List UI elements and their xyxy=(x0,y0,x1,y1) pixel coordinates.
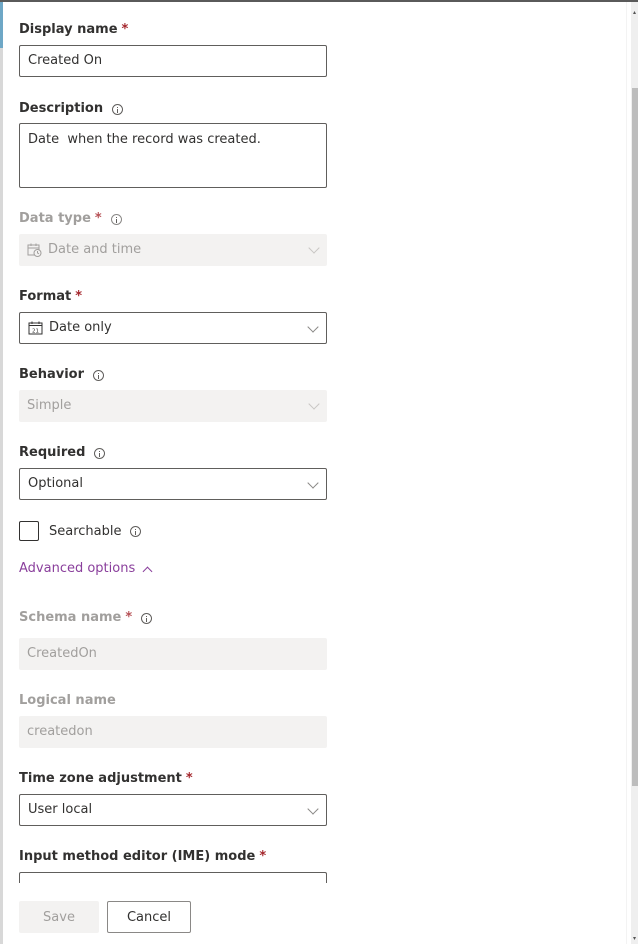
info-icon[interactable] xyxy=(93,369,105,381)
time-zone-adjustment-value: User local xyxy=(28,802,93,817)
info-icon[interactable] xyxy=(110,213,122,225)
svg-text:21: 21 xyxy=(32,329,39,335)
behavior-label: Behavior xyxy=(19,366,327,384)
chevron-down-icon xyxy=(307,321,319,333)
required-asterisk: * xyxy=(259,849,267,864)
info-icon[interactable] xyxy=(94,447,106,459)
required-label: Required xyxy=(19,444,327,462)
label-text: Schema name xyxy=(19,610,122,625)
schema-name-input[interactable]: CreatedOn xyxy=(19,638,327,670)
display-name-input[interactable]: Created On xyxy=(19,45,327,77)
time-zone-adjustment-field: Time zone adjustment * xyxy=(19,770,327,788)
background-accent xyxy=(0,2,3,48)
description-textarea[interactable]: Date when the record was created. xyxy=(19,123,327,188)
chevron-down-icon xyxy=(308,242,320,254)
format-label: Format * xyxy=(19,288,327,306)
chevron-up-icon xyxy=(142,566,153,576)
schema-name-field: Schema name * xyxy=(19,609,327,627)
scroll-up-arrow-icon[interactable]: ▴ xyxy=(631,10,638,16)
format-dropdown[interactable]: 21 Date only xyxy=(19,312,327,344)
label-text: Required xyxy=(19,445,86,460)
chevron-down-icon xyxy=(308,398,320,410)
logical-name-input[interactable]: createdon xyxy=(19,716,327,748)
ime-mode-clip: Auto xyxy=(19,872,327,883)
calendar-day-icon: 21 xyxy=(28,321,43,335)
time-zone-adjustment-dropdown[interactable]: User local xyxy=(19,794,327,826)
label-text: Behavior xyxy=(19,367,85,382)
cancel-button[interactable]: Cancel xyxy=(107,901,191,933)
save-button[interactable]: Save xyxy=(19,901,99,933)
format-value: Date only xyxy=(49,320,112,335)
required-asterisk: * xyxy=(75,289,83,304)
ime-mode-dropdown[interactable]: Auto xyxy=(19,872,327,883)
label-text: Data type xyxy=(19,211,91,226)
behavior-dropdown[interactable]: Simple xyxy=(19,390,327,422)
display-name-value: Created On xyxy=(28,53,103,68)
label-text: Input method editor (IME) mode xyxy=(19,849,256,864)
behavior-value: Simple xyxy=(27,398,72,413)
info-icon[interactable] xyxy=(129,525,141,537)
advanced-options-label: Advanced options xyxy=(19,561,136,576)
vertical-scrollbar[interactable]: ▴ ▾ xyxy=(631,2,638,944)
time-zone-adjustment-label: Time zone adjustment * xyxy=(19,770,327,788)
panel-divider xyxy=(626,2,627,944)
scroll-down-arrow-icon[interactable]: ▾ xyxy=(631,936,638,942)
data-type-field: Data type * xyxy=(19,210,327,228)
panel-left-edge xyxy=(0,2,3,944)
logical-name-label: Logical name xyxy=(19,692,327,710)
logical-name-field: Logical name xyxy=(19,692,327,710)
behavior-field: Behavior xyxy=(19,366,327,384)
logical-name-value: createdon xyxy=(27,724,93,739)
required-value: Optional xyxy=(28,476,83,491)
label-text: Time zone adjustment xyxy=(19,771,182,786)
info-icon[interactable] xyxy=(112,103,124,115)
schema-name-value: CreatedOn xyxy=(27,646,97,661)
label-text: Format xyxy=(19,289,72,304)
description-field: Description xyxy=(19,100,327,118)
schema-name-label: Schema name * xyxy=(19,609,327,627)
searchable-label[interactable]: Searchable xyxy=(49,524,122,539)
label-text: Description xyxy=(19,101,104,116)
info-icon[interactable] xyxy=(141,612,153,624)
display-name-label: Display name * xyxy=(19,21,327,39)
required-field: Required xyxy=(19,444,327,462)
required-asterisk: * xyxy=(94,211,102,226)
ime-mode-field: Input method editor (IME) mode * xyxy=(19,848,327,866)
data-type-dropdown[interactable]: Date and time xyxy=(19,234,327,266)
searchable-checkbox[interactable] xyxy=(19,521,39,541)
chevron-down-icon xyxy=(307,477,319,489)
ime-mode-value: Auto xyxy=(28,883,58,884)
required-asterisk: * xyxy=(185,771,193,786)
ime-mode-label: Input method editor (IME) mode * xyxy=(19,848,327,866)
chevron-down-icon xyxy=(307,803,319,815)
searchable-row: Searchable xyxy=(19,521,141,541)
description-label: Description xyxy=(19,100,327,118)
required-asterisk: * xyxy=(125,610,133,625)
data-type-label: Data type * xyxy=(19,210,327,228)
label-text: Display name xyxy=(19,22,118,37)
calendar-clock-icon xyxy=(27,243,42,257)
format-field: Format * xyxy=(19,288,327,306)
panel-top-border xyxy=(0,0,638,2)
required-asterisk: * xyxy=(121,22,129,37)
label-text: Logical name xyxy=(19,693,116,708)
display-name-field: Display name * xyxy=(19,21,327,39)
scrollbar-thumb[interactable] xyxy=(632,88,638,786)
required-dropdown[interactable]: Optional xyxy=(19,468,327,500)
data-type-value: Date and time xyxy=(48,242,142,257)
advanced-options-toggle[interactable]: Advanced options xyxy=(19,561,153,576)
